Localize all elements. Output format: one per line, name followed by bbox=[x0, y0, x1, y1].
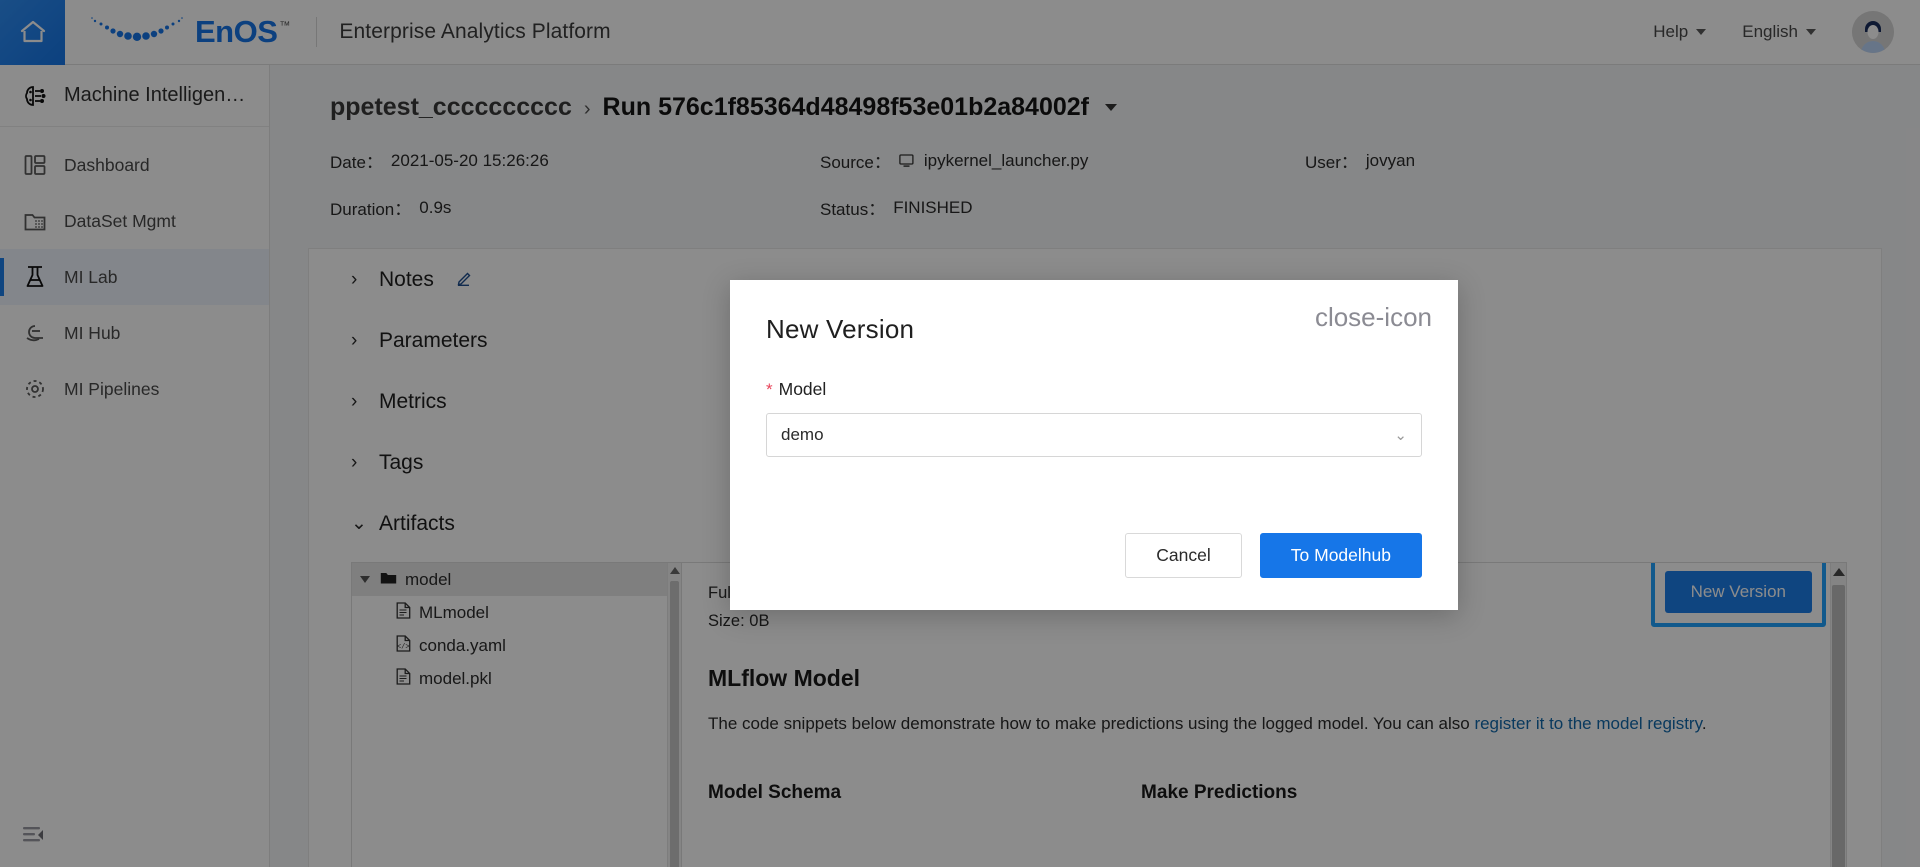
new-version-dialog: New Version close-icon * Model demo ⌄ Ca… bbox=[730, 280, 1458, 610]
dialog-actions: Cancel To Modelhub bbox=[1125, 533, 1422, 578]
close-icon[interactable]: close-icon bbox=[1315, 304, 1432, 330]
model-field-label-text: Model bbox=[778, 379, 827, 399]
model-select-value: demo bbox=[781, 425, 824, 444]
required-marker: * bbox=[766, 380, 773, 399]
model-select[interactable]: demo ⌄ bbox=[766, 413, 1422, 457]
cancel-button[interactable]: Cancel bbox=[1125, 533, 1242, 578]
model-field-label: * Model bbox=[766, 379, 1422, 400]
to-modelhub-button[interactable]: To Modelhub bbox=[1259, 533, 1422, 578]
chevron-down-icon: ⌄ bbox=[1394, 427, 1407, 444]
